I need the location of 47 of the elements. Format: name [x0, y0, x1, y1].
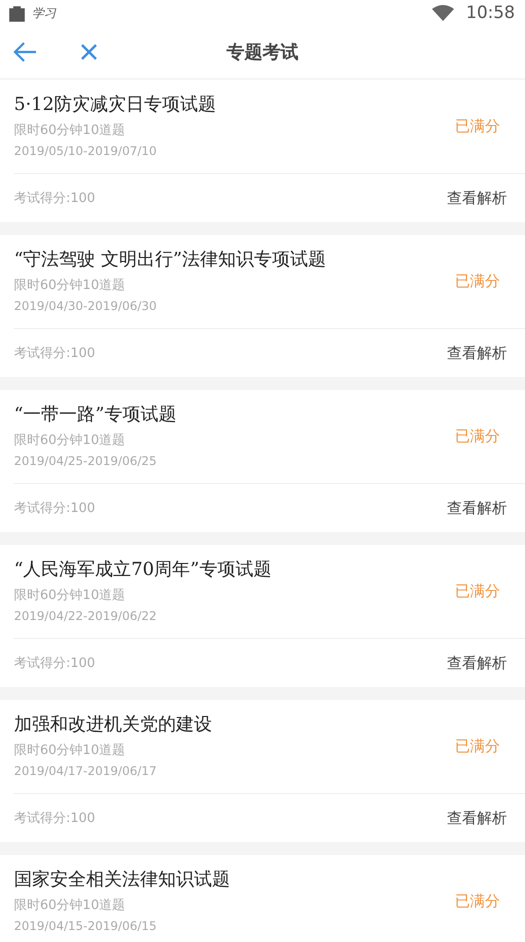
exam-status: 已满分: [455, 117, 500, 136]
exam-status: 已满分: [455, 892, 500, 911]
exam-status: 已满分: [455, 272, 500, 291]
exam-limit: 限时60分钟10道题: [14, 587, 126, 605]
exam-card[interactable]: “人民海军成立70周年”专项试题 限时60分钟10道题 2019/04/22-2019/06/22 已满分 考试得分:100 查看解析: [0, 545, 525, 687]
exam-limit: 限时60分钟10道题: [14, 277, 126, 295]
exam-title: “一带一路”专项试题: [14, 403, 178, 426]
clock: 10:58: [466, 3, 515, 23]
exam-card[interactable]: 加强和改进机关党的建设 限时60分钟10道题 2019/04/17-2019/06/17 已满分 考试得分:100 查看解析: [0, 700, 525, 842]
app-label: 学习: [32, 4, 56, 22]
exam-status: 已满分: [455, 737, 500, 756]
exam-period: 2019/04/30-2019/06/30: [14, 298, 158, 315]
exam-score: 考试得分:100: [14, 655, 96, 672]
view-analysis-link[interactable]: 查看解析: [447, 654, 507, 672]
exam-status: 已满分: [455, 427, 500, 446]
exam-period: 2019/04/17-2019/06/17: [14, 763, 158, 780]
exam-card[interactable]: 5·12防灾减灾日专项试题 限时60分钟10道题 2019/05/10-2019/07/10 已满分 考试得分:100 查看解析: [0, 80, 525, 222]
exam-title: “人民海军成立70周年”专项试题: [14, 558, 272, 581]
exam-period: 2019/04/25-2019/06/25: [14, 453, 158, 470]
close-icon[interactable]: [80, 43, 98, 61]
exam-period: 2019/05/10-2019/07/10: [14, 143, 158, 160]
exam-score: 考试得分:100: [14, 500, 96, 517]
exam-limit: 限时60分钟10道题: [14, 897, 126, 915]
view-analysis-link[interactable]: 查看解析: [447, 344, 507, 362]
exam-limit: 限时60分钟10道题: [14, 742, 126, 760]
wifi-icon: [432, 5, 454, 21]
exam-title: 国家安全相关法律知识试题: [14, 868, 231, 891]
exam-limit: 限时60分钟10道题: [14, 122, 126, 140]
exam-score: 考试得分:100: [14, 345, 96, 362]
exam-score: 考试得分:100: [14, 190, 96, 207]
exam-limit: 限时60分钟10道题: [14, 432, 126, 450]
exam-card[interactable]: “一带一路”专项试题 限时60分钟10道题 2019/04/25-2019/06/25 已满分 考试得分:100 查看解析: [0, 390, 525, 532]
view-analysis-link[interactable]: 查看解析: [447, 188, 507, 208]
exam-card[interactable]: “守法驾驶 文明出行”法律知识专项试题 限时60分钟10道题 2019/04/30-2019/06/30 已满分 考试得分:100 查看解析: [0, 235, 525, 377]
exam-title: 加强和改进机关党的建设: [14, 713, 213, 736]
exam-period: 2019/04/22-2019/06/22: [14, 608, 158, 625]
view-analysis-link[interactable]: 查看解析: [447, 808, 507, 828]
exam-title: 5·12防灾减灾日专项试题: [14, 93, 218, 116]
page-title: 专题考试: [226, 41, 298, 64]
exam-title: “守法驾驶 文明出行”法律知识专项试题: [14, 248, 328, 271]
exam-status: 已满分: [455, 582, 500, 601]
exam-card[interactable]: 国家安全相关法律知识试题 限时60分钟10道题 2019/04/15-2019/06/15 已满分: [0, 855, 525, 942]
view-analysis-link[interactable]: 查看解析: [447, 498, 507, 518]
bag-icon: [8, 4, 26, 22]
exam-period: 2019/04/15-2019/06/15: [14, 918, 158, 935]
exam-score: 考试得分:100: [14, 810, 96, 827]
back-icon[interactable]: [12, 41, 38, 63]
